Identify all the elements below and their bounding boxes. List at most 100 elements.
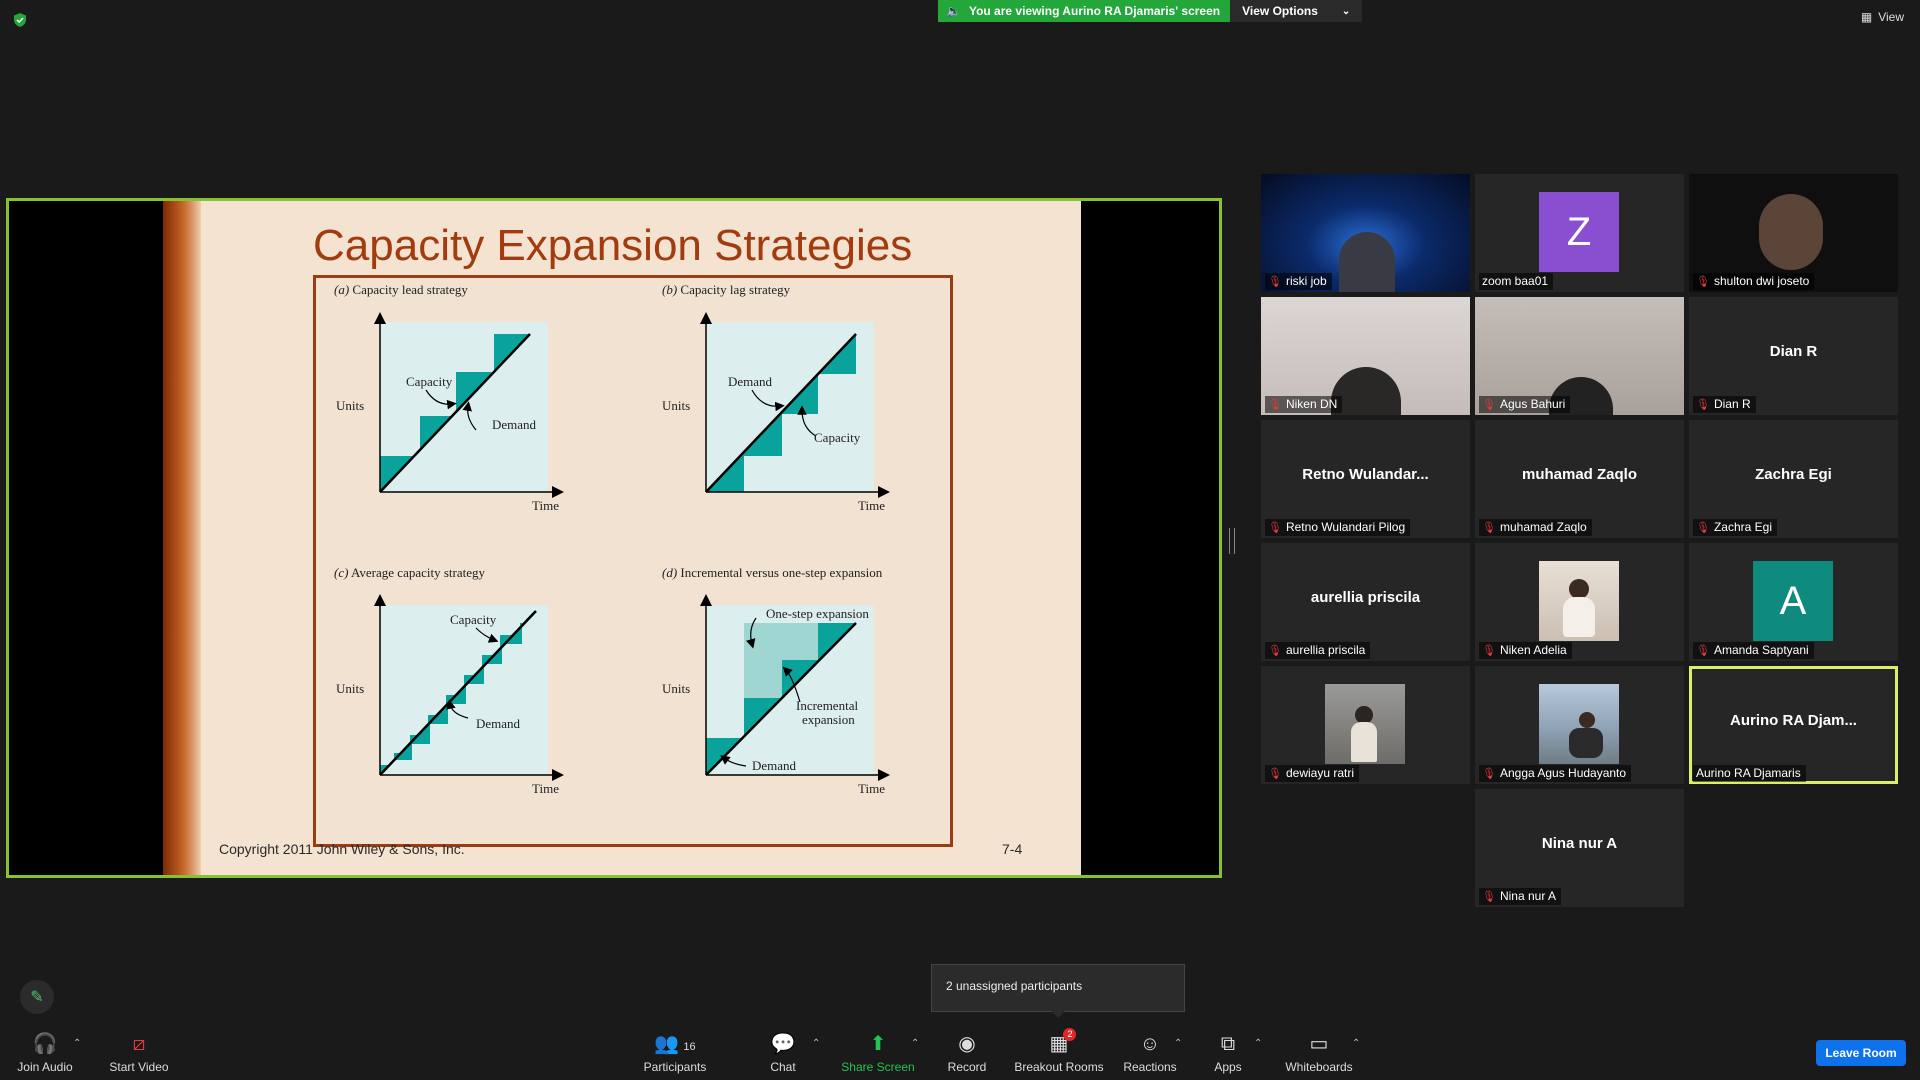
reactions-options-caret[interactable]: ⌃ bbox=[1174, 1038, 1182, 1049]
panel-b-title: (b) Capacity lag strategy bbox=[662, 282, 791, 297]
participant-display-name: Aurino RA Djam... bbox=[1730, 712, 1857, 729]
participant-tile[interactable]: Retno Wulandar... 🎙 Retno Wulandari Pilog bbox=[1261, 420, 1470, 538]
meeting-toolbar: 🎧 Join Audio ⌃ ⧄ Start Video 👥 16 Partici… bbox=[0, 1018, 1920, 1080]
speaker-icon: 🔈 bbox=[946, 4, 961, 18]
annotate-pencil-icon[interactable]: ✎ bbox=[20, 980, 54, 1014]
view-options-button[interactable]: View Options ⌄ bbox=[1230, 0, 1363, 22]
share-options-caret[interactable]: ⌃ bbox=[911, 1038, 919, 1049]
participant-label: 🎙 Amanda Saptyani bbox=[1693, 642, 1814, 659]
panel-d-xlabel: Time bbox=[858, 781, 885, 796]
start-video-label: Start Video bbox=[109, 1060, 169, 1074]
participant-display-name: Dian R bbox=[1769, 343, 1818, 360]
panel-b bbox=[700, 312, 890, 498]
leave-room-button[interactable]: Leave Room bbox=[1816, 1040, 1906, 1066]
headphones-icon: 🎧 bbox=[32, 1033, 58, 1055]
mic-muted-icon: 🎙 bbox=[1696, 398, 1710, 411]
panel-d-title: (d) Incremental versus one-step expansio… bbox=[662, 565, 883, 580]
whiteboards-button[interactable]: ▭ Whiteboards bbox=[1282, 1018, 1356, 1080]
breakout-rooms-label: Breakout Rooms bbox=[1014, 1060, 1104, 1074]
panel-b-ylabel: Units bbox=[662, 398, 690, 413]
audio-options-caret[interactable]: ⌃ bbox=[73, 1038, 81, 1049]
figure-diagram: (a) Capacity lead strategy (b) Capacity … bbox=[334, 282, 890, 796]
participant-tile[interactable]: 🎙 shulton dwi joseto bbox=[1689, 174, 1898, 292]
participant-tile[interactable]: A 🎙 Amanda Saptyani bbox=[1689, 543, 1898, 661]
panel-d-expansion: expansion bbox=[802, 712, 855, 727]
slide-title: Capacity Expansion Strategies bbox=[313, 221, 913, 270]
reactions-button[interactable]: ☺ Reactions bbox=[1122, 1018, 1178, 1080]
panel-a-xlabel: Time bbox=[532, 498, 559, 513]
record-button[interactable]: ◉ Record bbox=[942, 1018, 992, 1080]
participant-tile[interactable]: Nina nur A 🎙 Nina nur A bbox=[1475, 789, 1684, 907]
panel-b-capacity: Capacity bbox=[814, 430, 861, 445]
participant-display-name: aurellia priscila bbox=[1310, 589, 1421, 606]
breakout-rooms-button[interactable]: ▦ 2 Breakout Rooms bbox=[1012, 1018, 1106, 1080]
apps-label: Apps bbox=[1214, 1060, 1242, 1074]
panel-d-ylabel: Units bbox=[662, 681, 690, 696]
participant-label: 🎙 Agus Bahuri bbox=[1479, 396, 1571, 413]
tooltip-arrow bbox=[1051, 1011, 1065, 1018]
viewing-status: 🔈 You are viewing Aurino RA Djamaris' sc… bbox=[938, 0, 1231, 22]
view-label: View bbox=[1878, 10, 1904, 24]
participant-tile[interactable]: 🎙 dewiayu ratri bbox=[1261, 666, 1470, 784]
participant-label: 🎙 aurellia priscila bbox=[1265, 642, 1371, 659]
panel-c-title: (c) Average capacity strategy bbox=[334, 565, 486, 580]
chat-options-caret[interactable]: ⌃ bbox=[812, 1038, 820, 1049]
chat-label: Chat bbox=[770, 1060, 796, 1074]
participant-label: zoom baa01 bbox=[1479, 273, 1554, 290]
panel-d bbox=[700, 594, 890, 781]
panel-a-capacity: Capacity bbox=[406, 374, 453, 389]
participant-tile[interactable]: 🎙 riski job bbox=[1261, 174, 1470, 292]
participant-tile-active-speaker[interactable]: Aurino RA Djam... Aurino RA Djamaris bbox=[1689, 666, 1898, 784]
reactions-label: Reactions bbox=[1123, 1060, 1177, 1074]
panel-d-incremental: Incremental bbox=[796, 698, 858, 713]
start-video-button[interactable]: ⧄ Start Video bbox=[104, 1018, 174, 1080]
mic-muted-icon: 🎙 bbox=[1482, 767, 1496, 780]
participant-tile[interactable]: muhamad Zaqlo 🎙 muhamad Zaqlo bbox=[1475, 420, 1684, 538]
participants-count: 16 bbox=[683, 1041, 696, 1053]
participant-label: 🎙 Dian R bbox=[1693, 396, 1756, 413]
participant-label: 🎙 Angga Agus Hudayanto bbox=[1479, 765, 1632, 782]
unassigned-participants-tooltip[interactable]: 2 unassigned participants bbox=[931, 964, 1185, 1012]
whiteboard-options-caret[interactable]: ⌃ bbox=[1352, 1038, 1360, 1049]
participant-tile[interactable]: Zachra Egi 🎙 Zachra Egi bbox=[1689, 420, 1898, 538]
join-audio-button[interactable]: 🎧 Join Audio bbox=[10, 1018, 80, 1080]
mic-muted-icon: 🎙 bbox=[1268, 521, 1282, 534]
participant-tile[interactable]: Dian R 🎙 Dian R bbox=[1689, 297, 1898, 415]
panel-c-capacity: Capacity bbox=[450, 612, 497, 627]
participants-label: Participants bbox=[643, 1060, 707, 1074]
participants-icon: 👥 16 bbox=[654, 1033, 696, 1055]
mic-muted-icon: 🎙 bbox=[1696, 644, 1710, 657]
view-button[interactable]: ▦ View bbox=[1861, 10, 1904, 24]
participant-display-name: Zachra Egi bbox=[1755, 466, 1832, 483]
mic-muted-icon: 🎙 bbox=[1696, 521, 1710, 534]
participant-label: 🎙 Niken Adelia bbox=[1479, 642, 1572, 659]
participant-tile[interactable]: Z zoom baa01 bbox=[1475, 174, 1684, 292]
share-screen-button[interactable]: ⬆ Share Screen bbox=[838, 1018, 918, 1080]
resize-handle[interactable] bbox=[1229, 528, 1235, 554]
panel-a-ylabel: Units bbox=[336, 398, 364, 413]
participant-tile[interactable]: 🎙 Niken DN bbox=[1261, 297, 1470, 415]
view-options-label: View Options bbox=[1242, 4, 1318, 18]
slide-copyright: Copyright 2011 John Wiley & Sons, Inc. bbox=[219, 841, 465, 857]
participant-tile[interactable]: 🎙 Niken Adelia bbox=[1475, 543, 1684, 661]
slide-decoration bbox=[163, 201, 201, 875]
slide: Capacity Expansion Strategies (a) Capaci… bbox=[163, 201, 1081, 875]
panel-b-demand: Demand bbox=[728, 374, 773, 389]
avatar: A bbox=[1753, 561, 1833, 641]
participant-tile[interactable]: aurellia priscila 🎙 aurellia priscila bbox=[1261, 543, 1470, 661]
apps-button[interactable]: ⧉ Apps bbox=[1208, 1018, 1248, 1080]
participant-tile[interactable]: 🎙 Angga Agus Hudayanto bbox=[1475, 666, 1684, 784]
chat-button[interactable]: 💬 Chat bbox=[758, 1018, 808, 1080]
avatar: Z bbox=[1539, 192, 1619, 272]
shared-screen[interactable]: Capacity Expansion Strategies (a) Capaci… bbox=[6, 198, 1222, 878]
participants-button[interactable]: 👥 16 Participants bbox=[638, 1018, 712, 1080]
security-shield-icon[interactable] bbox=[12, 12, 28, 28]
participant-tile[interactable]: 🎙 Agus Bahuri bbox=[1475, 297, 1684, 415]
panel-a-title: (a) Capacity lead strategy bbox=[334, 282, 468, 297]
mic-muted-icon: 🎙 bbox=[1482, 398, 1496, 411]
panel-d-demand: Demand bbox=[752, 758, 797, 773]
whiteboard-icon: ▭ bbox=[1309, 1033, 1329, 1055]
mic-muted-icon: 🎙 bbox=[1268, 767, 1282, 780]
apps-options-caret[interactable]: ⌃ bbox=[1254, 1038, 1262, 1049]
profile-photo bbox=[1325, 684, 1405, 764]
